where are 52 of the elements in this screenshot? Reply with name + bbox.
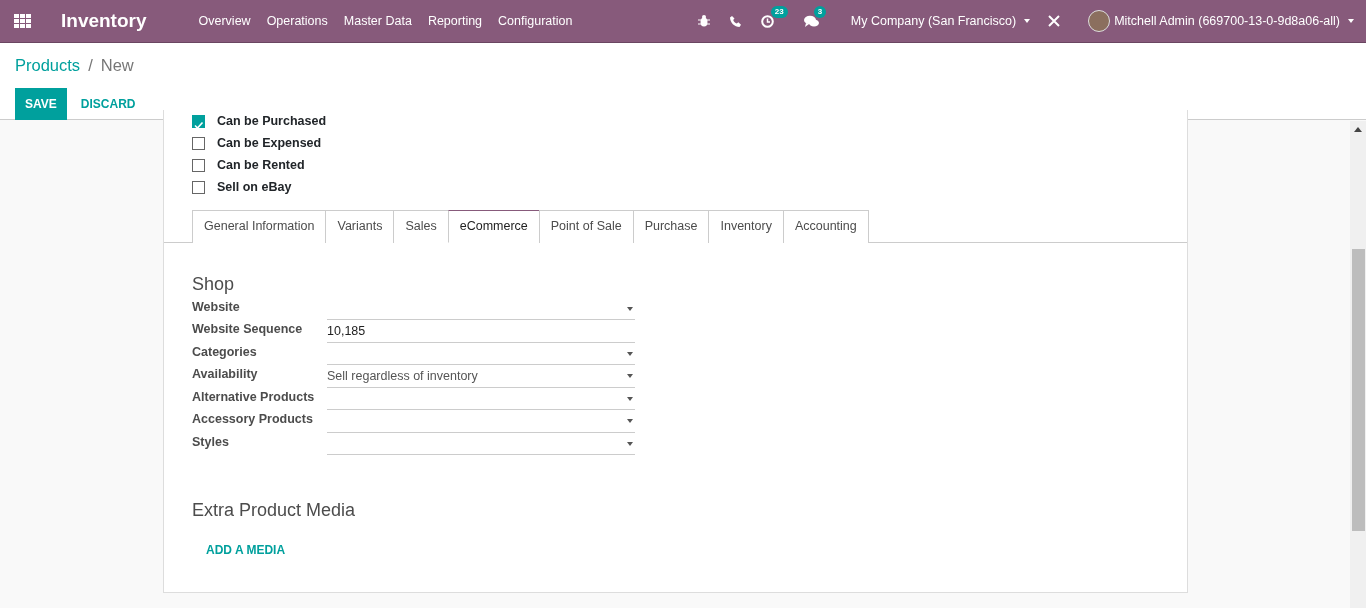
menu-item[interactable]: Reporting [427,11,483,31]
tools-icon[interactable] [1048,15,1061,27]
company-switcher[interactable]: My Company (San Francisco) [850,11,1031,31]
menu-item[interactable]: Operations [266,11,328,31]
checkbox[interactable] [192,136,205,150]
field-label: Website [192,298,241,316]
breadcrumb-current: New [100,55,134,76]
user-menu[interactable]: Mitchell Admin (669700-13-0-9d8a06-all) [1114,11,1354,31]
section-title: Shop [192,272,236,296]
scroll-up-icon[interactable] [1354,127,1362,132]
notification-count: 23 [770,5,788,18]
notification-count: 3 [813,5,827,18]
checkbox-label: Sell on eBay [217,178,292,196]
menu-item[interactable]: Configuration [498,11,573,31]
tab[interactable]: Inventory [708,210,784,243]
tab[interactable]: Sales [393,210,449,243]
checkbox[interactable] [192,158,205,172]
field-label: Styles [192,433,230,451]
checkbox[interactable] [192,114,205,128]
scrollbar[interactable] [1350,121,1366,608]
chat-icon[interactable] [803,14,819,28]
bug-icon[interactable] [697,15,710,27]
discard-button[interactable]: DISCARD [70,87,146,120]
section-title: Extra Product Media [192,499,357,523]
phone-icon[interactable] [729,15,741,27]
field-label: Availability [192,366,259,384]
select-field[interactable]: Sell regardless of inventory [327,365,635,388]
app-title[interactable]: Inventory [61,6,147,36]
field-label: Accessory Products [192,411,314,429]
field-label: Alternative Products [192,388,316,406]
add-media-button[interactable]: ADD A MEDIA [200,540,292,561]
breadcrumb-link[interactable]: Products [15,53,81,78]
avatar [1088,10,1111,32]
menu-item[interactable]: Master Data [343,11,412,31]
menu-item[interactable]: Overview [198,11,251,31]
tab[interactable]: Purchase [632,210,710,243]
save-button[interactable]: SAVE [15,87,67,120]
checkbox-label: Can be Rented [217,156,305,174]
checkbox-label: Can be Expensed [217,134,322,152]
checkbox-label: Can be Purchased [217,112,327,130]
input-field[interactable]: 10,185 [327,320,635,343]
tab[interactable]: eCommerce [447,210,540,243]
field-label: Categories [192,343,258,361]
tab[interactable]: Variants [325,210,395,243]
tab[interactable]: Point of Sale [538,210,634,243]
field-label: Website Sequence [192,321,304,339]
apps-menu-icon[interactable] [14,14,31,28]
breadcrumb-separator: / [88,55,93,76]
checkbox[interactable] [192,180,205,194]
tab[interactable]: General Information [192,210,327,243]
tab[interactable]: Accounting [782,210,869,243]
clock-icon[interactable] [760,14,774,28]
